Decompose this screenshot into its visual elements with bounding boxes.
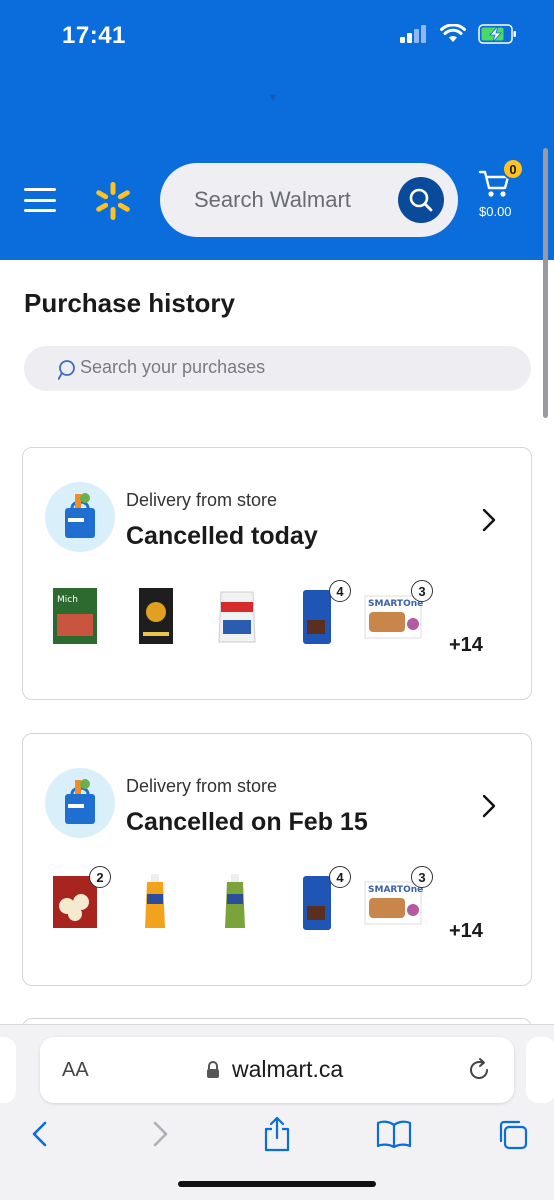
share-icon (264, 1116, 290, 1152)
item-quantity-badge: 4 (329, 866, 351, 888)
forward-button[interactable] (140, 1114, 180, 1154)
walmart-bag-icon (45, 482, 115, 552)
order-items: 2 4 SMARTOnes 3 (51, 866, 491, 942)
status-icons (400, 24, 518, 44)
search-icon (409, 188, 433, 212)
search-button[interactable] (398, 177, 444, 223)
lock-icon (207, 1061, 219, 1078)
cart-count-badge: 0 (502, 158, 524, 180)
product-thumbnail-redpath-sugar (215, 586, 271, 652)
app-header: 17:41 ▾ Search Walmart 0 $0.00 (0, 0, 554, 260)
walmart-search-placeholder: Search Walmart (194, 187, 351, 212)
walmart-bag-icon (45, 768, 115, 838)
share-button[interactable] (257, 1114, 297, 1154)
status-bar: 17:41 (0, 0, 554, 70)
wifi-icon (440, 24, 466, 42)
chevron-right-icon (482, 508, 496, 532)
tabs-icon (499, 1120, 528, 1150)
walmart-search-bar[interactable]: Search Walmart (160, 163, 458, 237)
item-quantity-badge: 3 (411, 580, 433, 602)
product-thumbnail-chocolate-drink: 4 (297, 580, 353, 652)
order-status: Cancelled today (126, 522, 318, 550)
menu-line (24, 209, 56, 212)
battery-charging-icon (478, 24, 516, 44)
cart-button[interactable]: 0 $0.00 (476, 158, 536, 228)
loading-indicator: ▾ (270, 90, 277, 104)
walmart-spark-logo[interactable] (92, 180, 134, 222)
order-items: Mich 4 SMARTOnes 3 (51, 580, 491, 656)
menu-button[interactable] (24, 186, 56, 214)
text-size-button[interactable]: AA (62, 1059, 89, 1082)
svg-text:SMARTOnes: SMARTOnes (368, 885, 423, 895)
status-time: 17:41 (62, 22, 126, 49)
reload-icon[interactable] (466, 1057, 492, 1083)
item-quantity-badge: 2 (89, 866, 111, 888)
chevron-right-icon (482, 794, 496, 818)
purchase-search-input[interactable]: Search your purchases (24, 346, 531, 391)
svg-text:SMARTOnes: SMARTOnes (368, 599, 423, 609)
order-card[interactable]: Delivery from store Cancelled on Feb 15 … (22, 733, 532, 986)
more-items-count: +14 (449, 634, 483, 656)
order-status: Cancelled on Feb 15 (126, 808, 368, 836)
order-delivery-type: Delivery from store (126, 776, 278, 796)
url-text: walmart.ca (232, 1056, 344, 1082)
tabs-button[interactable] (492, 1114, 532, 1154)
product-thumbnail-smart-ones: SMARTOnes 3 (363, 866, 433, 938)
product-thumbnail-smart-ones: SMARTOnes 3 (363, 580, 433, 652)
back-button[interactable] (20, 1114, 60, 1154)
next-tab-preview[interactable] (526, 1037, 554, 1103)
product-thumbnail-michelinas: Mich (51, 586, 107, 652)
page-scrollbar[interactable] (543, 148, 548, 418)
product-thumbnail-chocolate-drink: 4 (297, 866, 353, 938)
item-quantity-badge: 3 (411, 866, 433, 888)
item-quantity-badge: 4 (329, 580, 351, 602)
cellular-signal-icon (400, 25, 426, 43)
order-card[interactable]: Delivery from store Cancelled today Mich… (22, 447, 532, 700)
cart-total: $0.00 (479, 204, 512, 219)
browser-toolbar (0, 1100, 554, 1170)
svg-text:Mich: Mich (57, 595, 78, 605)
search-icon (58, 360, 75, 380)
order-delivery-type: Delivery from store (126, 490, 278, 510)
menu-line (24, 198, 56, 202)
product-thumbnail-popcorn: 2 (51, 866, 111, 938)
bookmarks-button[interactable] (374, 1114, 414, 1154)
product-thumbnail-orange-juice (137, 872, 193, 938)
product-thumbnail-green-juice (217, 872, 273, 938)
address-bar[interactable]: AA walmart.ca (40, 1037, 514, 1103)
previous-tab-preview[interactable] (0, 1037, 16, 1103)
more-items-count: +14 (449, 920, 483, 942)
book-icon (376, 1120, 412, 1149)
purchase-search-placeholder: Search your purchases (80, 357, 266, 377)
home-indicator[interactable] (178, 1181, 376, 1187)
chevron-right-icon (153, 1121, 168, 1147)
menu-line (24, 188, 56, 191)
product-thumbnail-tea (135, 586, 191, 652)
page-title: Purchase history (24, 288, 235, 318)
chevron-left-icon (32, 1121, 47, 1147)
